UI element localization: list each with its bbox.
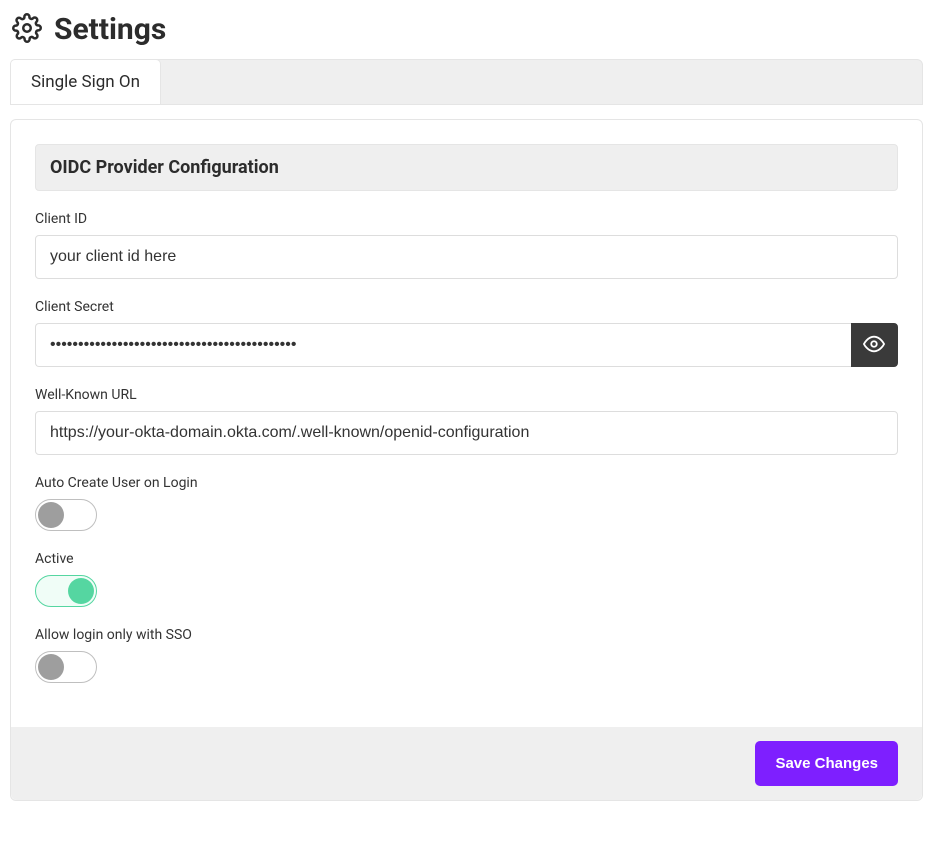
client-secret-label: Client Secret [35,299,898,315]
gear-icon [12,13,42,47]
tabs: Single Sign On [10,59,923,105]
field-sso-only: Allow login only with SSO [35,627,898,683]
eye-icon [863,333,885,358]
toggle-knob [38,654,64,680]
page-header: Settings [10,8,923,59]
toggle-knob [68,578,94,604]
field-well-known-url: Well-Known URL [35,387,898,455]
field-active: Active [35,551,898,607]
auto-create-user-label: Auto Create User on Login [35,475,898,491]
toggle-knob [38,502,64,528]
active-label: Active [35,551,898,567]
field-client-id: Client ID [35,211,898,279]
client-secret-input[interactable] [35,323,851,367]
sso-only-toggle[interactable] [35,651,97,683]
field-client-secret: Client Secret [35,299,898,367]
reveal-secret-button[interactable] [851,323,898,367]
client-id-label: Client ID [35,211,898,227]
well-known-url-label: Well-Known URL [35,387,898,403]
well-known-url-input[interactable] [35,411,898,455]
panel-footer: Save Changes [11,727,922,800]
client-id-input[interactable] [35,235,898,279]
save-button[interactable]: Save Changes [755,741,898,786]
active-toggle[interactable] [35,575,97,607]
settings-panel: OIDC Provider Configuration Client ID Cl… [10,119,923,801]
field-auto-create-user: Auto Create User on Login [35,475,898,531]
page-title: Settings [54,12,166,47]
auto-create-user-toggle[interactable] [35,499,97,531]
tab-sso[interactable]: Single Sign On [10,59,161,104]
sso-only-label: Allow login only with SSO [35,627,898,643]
section-title: OIDC Provider Configuration [35,144,898,191]
